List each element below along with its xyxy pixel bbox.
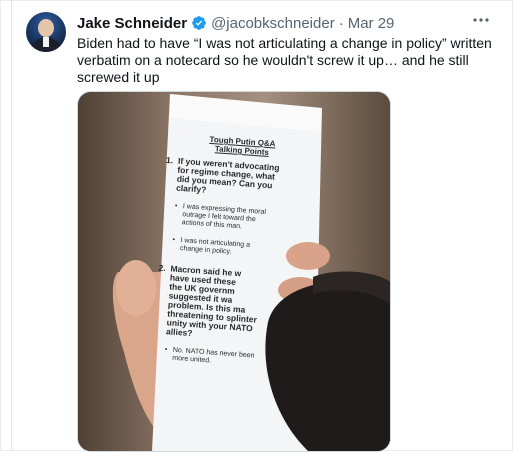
tweet-text: Biden had to have “I was not articulatin… (77, 35, 492, 85)
meta-separator: · (338, 14, 344, 32)
author-name[interactable]: Jake Schneider (77, 15, 187, 32)
notecard-text: Tough Putin Q&A Talking Points 1. If you… (152, 104, 320, 372)
tweet-date[interactable]: Mar 29 (348, 15, 395, 32)
thread-line (11, 0, 12, 451)
thumb-left (116, 260, 156, 316)
more-dots-icon[interactable] (471, 12, 491, 28)
author-avatar[interactable] (26, 12, 66, 52)
author-handle[interactable]: @jacobkschneider (211, 15, 335, 32)
verified-badge-icon (191, 15, 207, 31)
tweet-header: Jake Schneider @jacobkschneider · Mar 29 (77, 13, 394, 33)
avatar-collar (43, 37, 49, 47)
tweet-photo[interactable]: Tough Putin Q&A Talking Points 1. If you… (77, 91, 391, 452)
avatar-face (38, 19, 54, 37)
